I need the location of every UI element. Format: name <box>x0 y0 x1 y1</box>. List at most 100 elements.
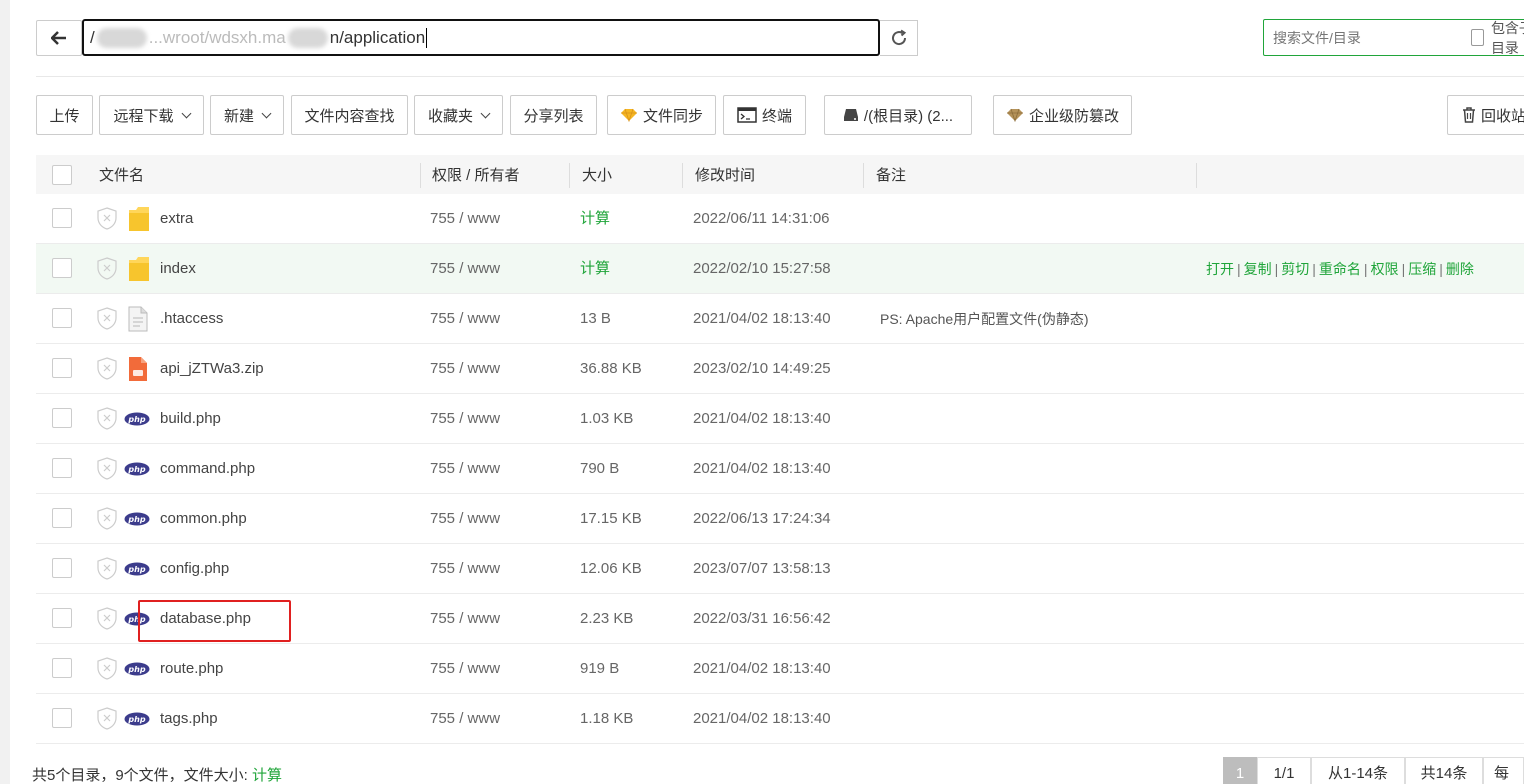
row-checkbox[interactable] <box>52 308 72 328</box>
column-perm-header[interactable]: 权限 / 所有者 <box>432 155 520 196</box>
row-action-link[interactable]: 权限 <box>1371 261 1399 277</box>
shield-icon[interactable] <box>97 457 117 480</box>
row-checkbox[interactable] <box>52 408 72 428</box>
path-input[interactable]: / ...wroot/wdsxh.ma n/application <box>82 19 880 56</box>
row-action-link[interactable]: 复制 <box>1244 261 1272 277</box>
column-divider <box>1196 163 1197 188</box>
share-list-button[interactable]: 分享列表 <box>510 95 597 135</box>
row-action-link[interactable]: 压缩 <box>1408 261 1436 277</box>
file-name[interactable]: config.php <box>160 544 229 594</box>
row-action-link[interactable]: 打开 <box>1206 261 1234 277</box>
row-checkbox[interactable] <box>52 458 72 478</box>
file-name[interactable]: build.php <box>160 394 221 444</box>
file-name[interactable]: .htaccess <box>160 294 223 344</box>
shield-icon[interactable] <box>97 257 117 280</box>
table-row[interactable]: php build.php 755 / www 1.03 KB 2021/04/02 1… <box>36 394 1524 444</box>
file-permission[interactable]: 755 / www <box>430 544 500 594</box>
file-mtime: 2022/03/31 16:56:42 <box>693 610 831 627</box>
file-name[interactable]: route.php <box>160 644 223 694</box>
file-name[interactable]: extra <box>160 194 193 244</box>
action-separator: | <box>1312 261 1316 277</box>
file-size[interactable]: 计算 <box>580 244 610 294</box>
shield-icon[interactable] <box>97 407 117 430</box>
file-size: 1.18 KB <box>580 710 634 727</box>
terminal-button[interactable]: 终端 <box>723 95 806 135</box>
row-checkbox[interactable] <box>52 608 72 628</box>
table-row[interactable]: .htaccess 755 / www 13 B 2021/04/02 18:13:4… <box>36 294 1524 344</box>
zip-file-icon <box>129 357 147 381</box>
table-row[interactable]: api_jZTWa3.zip 755 / www 36.88 KB 2023/02/1… <box>36 344 1524 394</box>
row-action-link[interactable]: 剪切 <box>1281 261 1309 277</box>
annotation-highlight-box <box>138 600 291 642</box>
shield-icon[interactable] <box>97 557 117 580</box>
file-permission[interactable]: 755 / www <box>430 594 500 644</box>
file-permission[interactable]: 755 / www <box>430 644 500 694</box>
content-search-button[interactable]: 文件内容查找 <box>291 95 408 135</box>
refresh-icon <box>891 29 906 46</box>
search-input[interactable] <box>1264 29 1454 46</box>
file-name[interactable]: common.php <box>160 494 247 544</box>
row-checkbox[interactable] <box>52 658 72 678</box>
table-row[interactable]: php config.php 755 / www 12.06 KB 2023/07/07… <box>36 544 1524 594</box>
table-row[interactable]: php route.php 755 / www 919 B 2021/04/02 18:… <box>36 644 1524 694</box>
refresh-button[interactable] <box>880 20 918 56</box>
favorites-button[interactable]: 收藏夹 <box>414 95 503 135</box>
footer-calc-link[interactable]: 计算 <box>252 767 282 784</box>
shield-icon[interactable] <box>97 607 117 630</box>
file-permission[interactable]: 755 / www <box>430 494 500 544</box>
file-sync-button[interactable]: 文件同步 <box>607 95 716 135</box>
table-row[interactable]: extra 755 / www 计算 2022/06/11 14:31:06 <box>36 194 1524 244</box>
svg-text:php: php <box>127 465 145 474</box>
shield-icon[interactable] <box>97 707 117 730</box>
new-button[interactable]: 新建 <box>210 95 284 135</box>
back-button[interactable] <box>36 20 82 56</box>
table-row[interactable]: php tags.php 755 / www 1.18 KB 2021/04/02 18… <box>36 694 1524 744</box>
pager-current[interactable]: 1 <box>1223 757 1257 784</box>
shield-icon[interactable] <box>97 657 117 680</box>
row-checkbox[interactable] <box>52 708 72 728</box>
file-name[interactable]: api_jZTWa3.zip <box>160 344 264 394</box>
file-permission[interactable]: 755 / www <box>430 694 500 744</box>
pager-per-page[interactable]: 每页 <box>1483 757 1524 784</box>
disk-button[interactable]: /(根目录) (2... <box>824 95 972 135</box>
file-size[interactable]: 计算 <box>580 194 610 244</box>
row-checkbox[interactable] <box>52 258 72 278</box>
table-row[interactable]: php common.php 755 / www 17.15 KB 2022/06/13… <box>36 494 1524 544</box>
file-name[interactable]: index <box>160 244 196 294</box>
file-name[interactable]: tags.php <box>160 694 218 744</box>
shield-icon[interactable] <box>97 307 117 330</box>
file-permission[interactable]: 755 / www <box>430 394 500 444</box>
shield-icon[interactable] <box>97 507 117 530</box>
table-row[interactable]: index 755 / www 计算 2022/02/10 15:27:58 打开 | 复制… <box>36 244 1524 294</box>
row-checkbox[interactable] <box>52 508 72 528</box>
file-mtime: 2022/02/10 15:27:58 <box>693 260 831 277</box>
file-permission[interactable]: 755 / www <box>430 344 500 394</box>
anti-tamper-button[interactable]: 企业级防篡改 <box>993 95 1132 135</box>
column-size-header[interactable]: 大小 <box>582 155 612 196</box>
row-checkbox[interactable] <box>52 358 72 378</box>
file-permission[interactable]: 755 / www <box>430 444 500 494</box>
table-row[interactable]: php command.php 755 / www 790 B 2021/04/02 1… <box>36 444 1524 494</box>
select-all-checkbox[interactable] <box>52 165 72 185</box>
file-permission[interactable]: 755 / www <box>430 244 500 294</box>
remote-download-button[interactable]: 远程下载 <box>99 95 204 135</box>
row-checkbox[interactable] <box>52 208 72 228</box>
row-action-link[interactable]: 删除 <box>1446 261 1474 277</box>
pager-page-of: 1/1 <box>1257 757 1311 784</box>
shield-icon[interactable] <box>97 357 117 380</box>
file-permission[interactable]: 755 / www <box>430 294 500 344</box>
disk-icon <box>843 109 858 121</box>
row-action-link[interactable]: 重命名 <box>1319 261 1361 277</box>
file-size: 1.03 KB <box>580 410 634 427</box>
column-name-header[interactable]: 文件名 <box>99 155 144 196</box>
row-checkbox[interactable] <box>52 558 72 578</box>
file-note[interactable]: PS: Apache用户配置文件(伪静态) <box>880 294 1089 344</box>
include-subdir-checkbox[interactable] <box>1471 29 1484 46</box>
shield-icon[interactable] <box>97 207 117 230</box>
recycle-bin-button[interactable]: 回收站 <box>1447 95 1524 135</box>
upload-button[interactable]: 上传 <box>36 95 93 135</box>
content-search-label: 文件内容查找 <box>304 107 395 125</box>
column-mtime-header[interactable]: 修改时间 <box>695 155 755 196</box>
file-permission[interactable]: 755 / www <box>430 194 500 244</box>
file-name[interactable]: command.php <box>160 444 255 494</box>
